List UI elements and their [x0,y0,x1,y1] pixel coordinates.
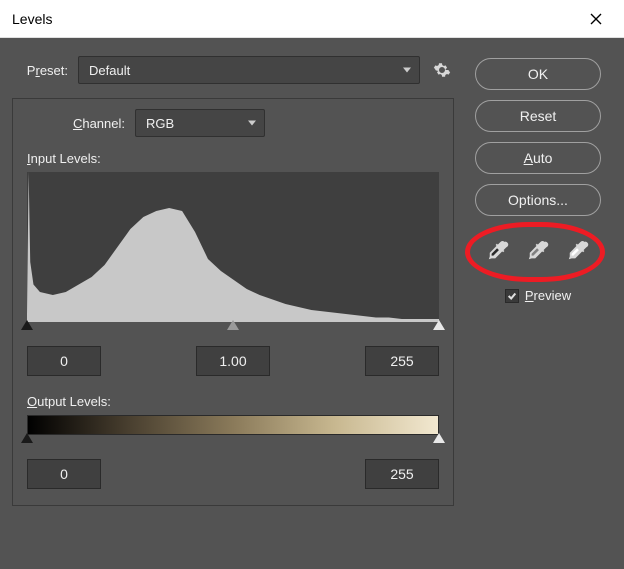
input-midtones-slider[interactable] [227,320,239,330]
channel-select[interactable]: RGB [135,109,265,137]
gear-icon [433,61,451,79]
dialog-body: Preset: Default Channel: RGB Input Level… [0,38,624,569]
output-low-slider[interactable] [21,433,33,443]
output-high-field[interactable] [365,459,439,489]
gray-point-eyedropper[interactable] [527,240,549,262]
preview-checkbox[interactable] [505,289,519,303]
options-button[interactable]: Options... [475,184,601,216]
preview-label: Preview [525,288,571,303]
input-slider-track [27,320,439,336]
eyedropper-icon [527,240,549,262]
output-high-slider[interactable] [433,433,445,443]
window-title: Levels [12,11,52,27]
check-icon [507,291,517,301]
preset-select[interactable]: Default [78,56,420,84]
channel-value: RGB [146,116,174,131]
input-midtones-field[interactable] [196,346,270,376]
preset-label: Preset: [12,63,68,78]
histogram [27,172,439,322]
channel-label: Channel: [27,116,125,131]
levels-group: Channel: RGB Input Levels: [12,98,454,506]
title-bar: Levels [0,0,624,38]
channel-row: Channel: RGB [27,109,439,137]
histogram-chart [27,172,439,322]
preset-menu-button[interactable] [430,58,454,82]
black-point-eyedropper[interactable] [487,240,509,262]
output-gradient [27,415,439,435]
input-values-row [27,346,439,376]
preset-row: Preset: Default [12,56,454,84]
right-column: OK Reset Auto Options... Preview [464,56,612,557]
eyedropper-group [481,232,595,270]
input-shadows-slider[interactable] [21,320,33,330]
reset-button[interactable]: Reset [475,100,601,132]
auto-button[interactable]: Auto [475,142,601,174]
close-button[interactable] [574,4,618,34]
white-point-eyedropper[interactable] [567,240,589,262]
output-levels-label: Output Levels: [27,394,439,409]
output-values-row [27,459,439,489]
input-highlights-slider[interactable] [433,320,445,330]
input-levels-label: Input Levels: [27,151,439,166]
preview-row: Preview [505,288,571,303]
ok-button[interactable]: OK [475,58,601,90]
close-icon [590,13,602,25]
left-column: Preset: Default Channel: RGB Input Level… [12,56,464,557]
input-highlights-field[interactable] [365,346,439,376]
eyedropper-icon [567,240,589,262]
output-low-field[interactable] [27,459,101,489]
preset-value: Default [89,63,130,78]
output-slider-track [27,433,439,449]
eyedropper-icon [487,240,509,262]
input-shadows-field[interactable] [27,346,101,376]
